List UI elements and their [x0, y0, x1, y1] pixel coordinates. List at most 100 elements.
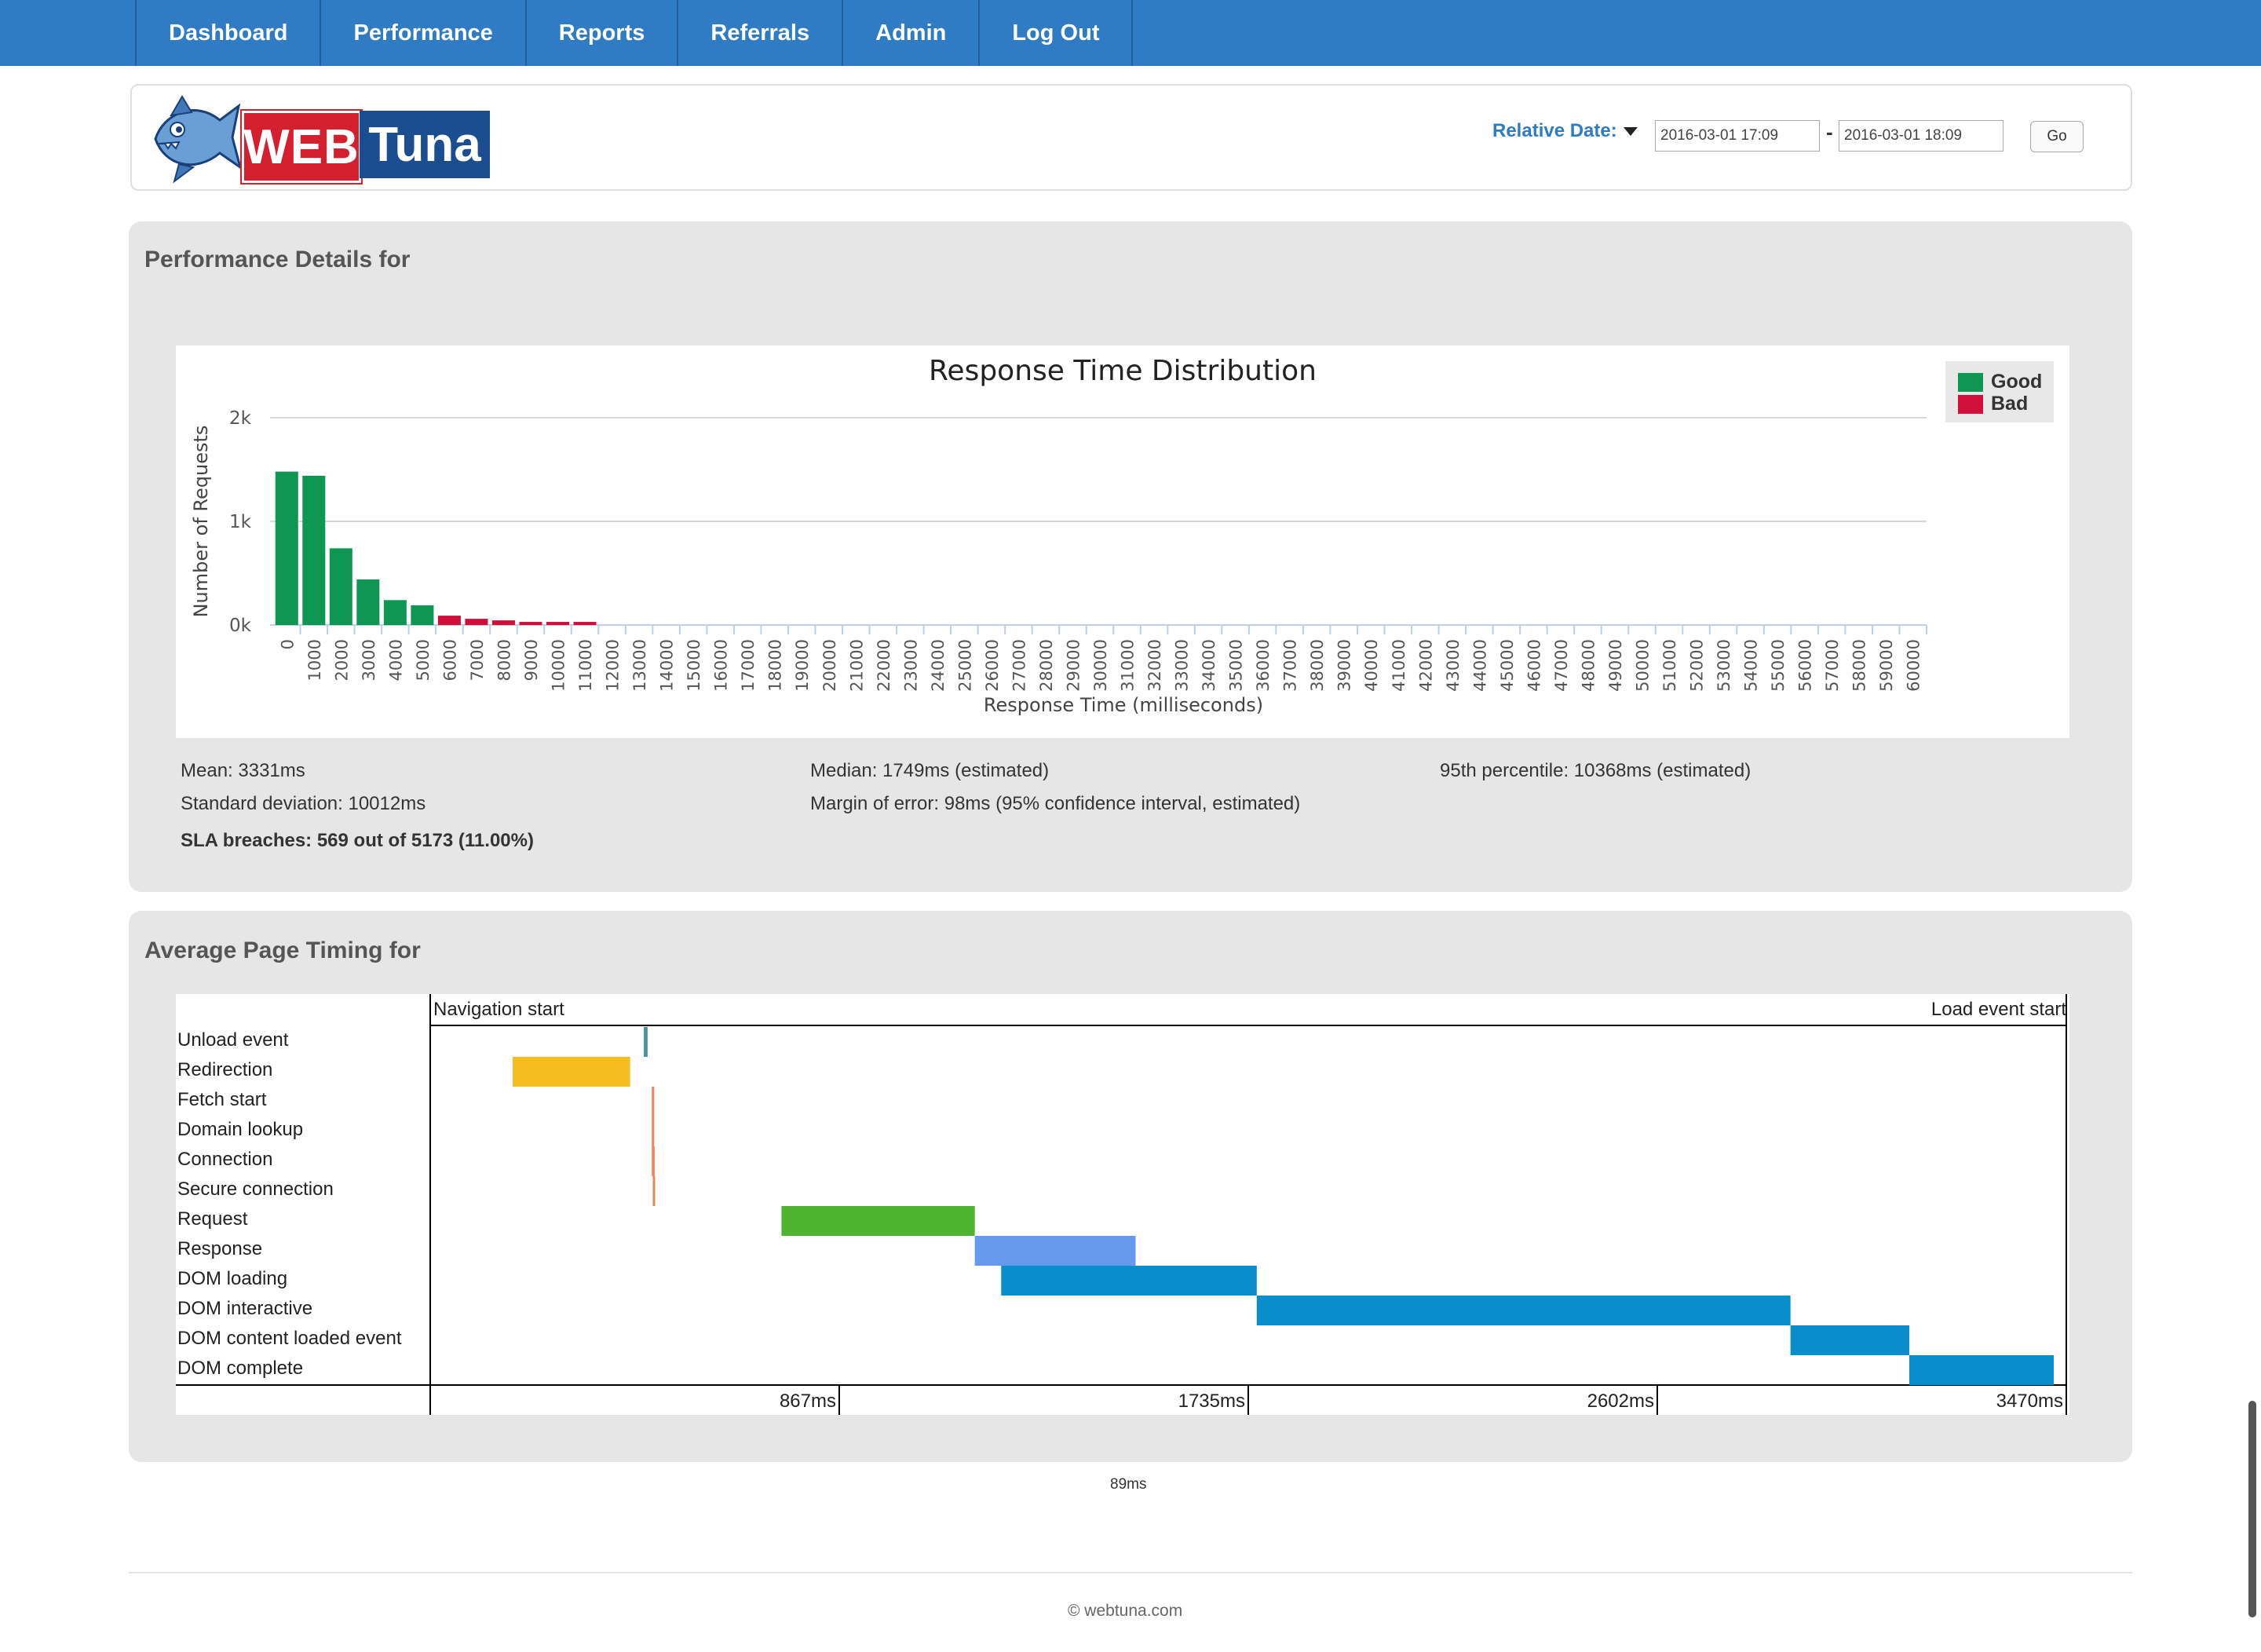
x-tick-label: 3000 [360, 639, 378, 681]
x-tick-label: 50000 [1633, 639, 1652, 692]
timing-grid: 867ms 1735ms 2602ms 3470ms [176, 994, 2067, 1415]
load-event-start-label: Load event start [1930, 999, 2066, 1020]
response-time-chart: Response Time Distribution 0k 1k 2k Number … [176, 345, 2069, 738]
timing-row-label: Domain lookup [177, 1119, 304, 1140]
x-tick-label: 23000 [901, 639, 920, 692]
caret-down-icon [1623, 126, 1638, 136]
webtuna-logo[interactable]: WEB Tuna [148, 92, 493, 185]
x-tick-label: 40000 [1362, 639, 1381, 692]
x-tick-label: 39000 [1335, 639, 1354, 692]
bar-good [302, 475, 326, 625]
x-tick-label: 7000 [468, 639, 487, 681]
legend-bad[interactable]: Bad [1958, 393, 2028, 415]
x-tick-label: 57000 [1823, 639, 1842, 692]
footnote-timing: 89ms [1110, 1476, 1147, 1493]
x-tick-label: 56000 [1796, 639, 1815, 692]
x-tick-label: 41000 [1390, 639, 1408, 692]
timing-row-label: Secure connection [177, 1179, 334, 1200]
x-tick-label: 0 [278, 639, 297, 649]
nav-admin[interactable]: Admin [843, 0, 981, 66]
x-tick-label: 31000 [1119, 639, 1138, 692]
nav-performance[interactable]: Performance [321, 0, 527, 66]
legend-bad-swatch [1958, 394, 1983, 414]
x-tick-label: 16000 [712, 639, 731, 692]
x-tick-label: 10000 [550, 639, 568, 692]
bar-bad [519, 622, 542, 625]
date-separator: - [1826, 120, 1833, 144]
bar-good [329, 548, 352, 625]
x-tick-label: 28000 [1037, 639, 1056, 692]
nav-dashboard[interactable]: Dashboard [137, 0, 322, 66]
x-tick-label: 24000 [929, 639, 948, 692]
x-tick-label: 54000 [1742, 639, 1761, 692]
stat-mean: Mean: 3331ms [181, 760, 305, 781]
x-tick-label: 6000 [440, 639, 459, 681]
footer-divider [129, 1572, 2132, 1573]
timing-bar [652, 1176, 656, 1206]
bar-bad [465, 619, 488, 625]
relative-date-dropdown[interactable]: Relative Date: [1492, 120, 1638, 142]
bar-bad [546, 622, 570, 625]
x-tick-label: 59000 [1877, 639, 1896, 692]
x-tick-label: 30000 [1091, 639, 1110, 692]
x-tick-label: 8000 [495, 639, 513, 681]
x-tick-label: 46000 [1525, 639, 1543, 692]
nav-logout[interactable]: Log Out [980, 0, 1134, 66]
date-from-input[interactable] [1655, 120, 1820, 152]
x-tick-label: 53000 [1715, 639, 1733, 692]
legend-good[interactable]: Good [1958, 371, 2042, 393]
x-tick-label: 18000 [766, 639, 785, 692]
x-tick-label: 19000 [793, 639, 812, 692]
x-tick-label: 36000 [1254, 639, 1273, 692]
x-tick-label: 17000 [739, 639, 758, 692]
timing-bar [1256, 1296, 1791, 1325]
scrollbar-thumb[interactable] [2248, 1401, 2256, 1617]
relative-date-label: Relative Date: [1492, 120, 1617, 141]
timing-bar [644, 1027, 648, 1057]
timing-bar [652, 1146, 655, 1176]
legend-good-swatch [1958, 372, 1983, 392]
timeline-tick-label: 1735ms [1178, 1391, 1245, 1412]
timing-bar [1790, 1325, 1910, 1355]
x-tick-label: 27000 [1010, 639, 1028, 692]
x-tick-label: 2000 [332, 639, 351, 681]
x-tick-label: 49000 [1606, 639, 1625, 692]
stat-median: Median: 1749ms (estimated) [810, 760, 1050, 781]
go-button[interactable]: Go [2030, 121, 2084, 152]
nav-referrals[interactable]: Referrals [678, 0, 844, 66]
timing-row-label: Response [177, 1238, 263, 1259]
x-tick-label: 42000 [1416, 639, 1435, 692]
nav-reports[interactable]: Reports [527, 0, 679, 66]
timing-bar [1001, 1266, 1257, 1296]
timeline-tick-label: 3470ms [1996, 1391, 2063, 1412]
timing-bar [1909, 1355, 2054, 1385]
x-tick-label: 5000 [414, 639, 433, 681]
timing-row-label: Request [177, 1208, 248, 1230]
bar-bad [491, 620, 515, 625]
x-tick-label: 29000 [1064, 639, 1083, 692]
bar-good [383, 600, 407, 625]
x-tick-label: 34000 [1200, 639, 1218, 692]
x-tick-label: 47000 [1552, 639, 1571, 692]
x-tick-label: 60000 [1905, 639, 1923, 692]
x-tick-label: 35000 [1227, 639, 1246, 692]
navigation-start-label: Navigation start [433, 999, 564, 1020]
x-tick-label: 32000 [1145, 639, 1164, 692]
timeline-tick-label: 2602ms [1587, 1391, 1654, 1412]
timeline-tick-label: 867ms [780, 1391, 836, 1412]
timing-row-label: DOM interactive [177, 1298, 313, 1319]
top-nav: Dashboard Performance Reports Referrals … [0, 0, 2261, 66]
date-to-input[interactable] [1839, 120, 2003, 152]
x-tick-label: 20000 [820, 639, 839, 692]
bar-good [356, 579, 380, 625]
x-tick-label: 58000 [1850, 639, 1869, 692]
bar-bad [437, 616, 461, 625]
x-tick-label: 13000 [630, 639, 649, 692]
timing-bar [974, 1236, 1136, 1266]
timing-row-label: Connection [177, 1149, 273, 1170]
x-tick-label: 9000 [522, 639, 541, 681]
x-tick-label: 45000 [1498, 639, 1517, 692]
x-tick-label: 22000 [875, 639, 893, 692]
stat-p95: 95th percentile: 10368ms (estimated) [1440, 760, 1751, 781]
legend-good-label: Good [1991, 371, 2043, 393]
